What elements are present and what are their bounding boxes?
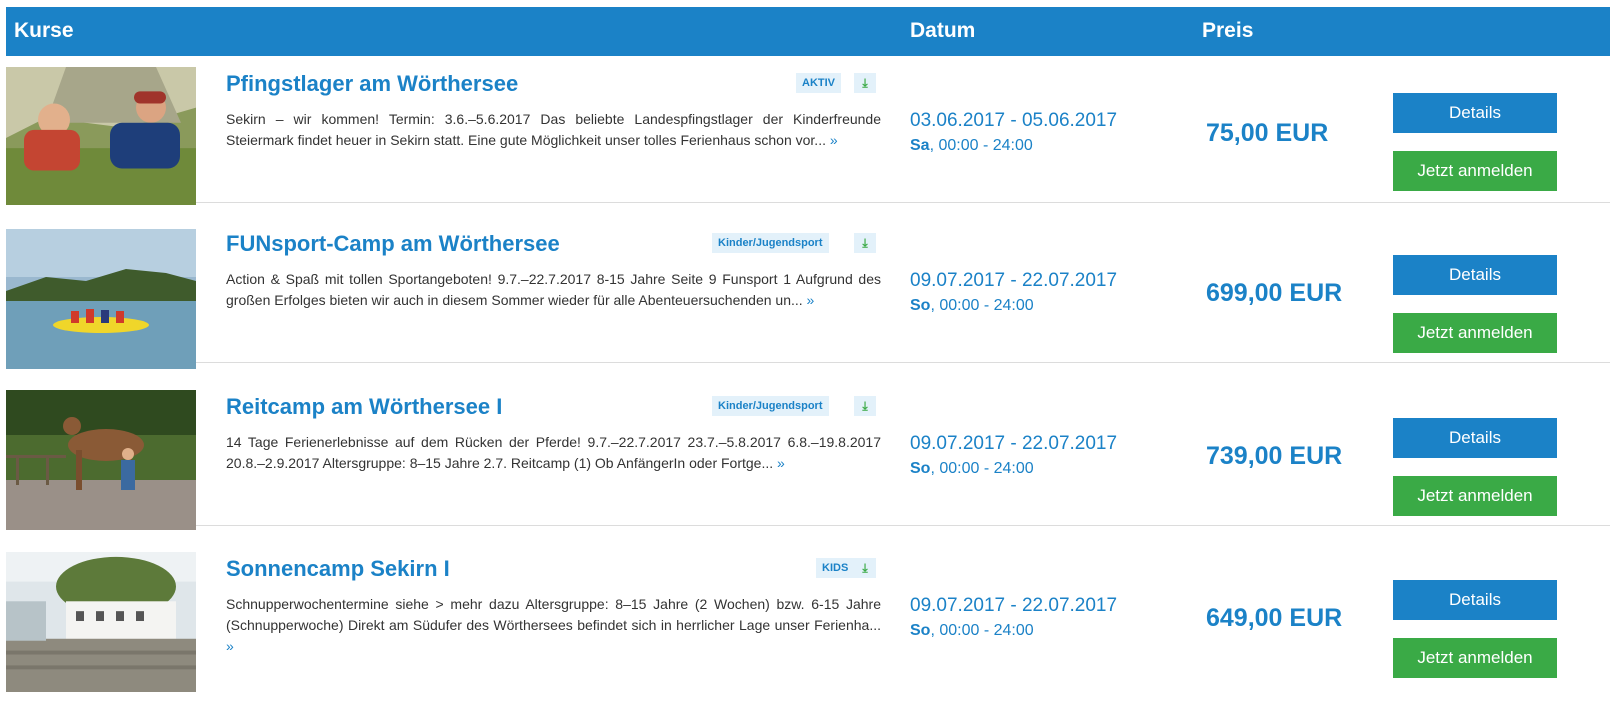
course-time: Sa, 00:00 - 24:00 <box>910 137 1033 155</box>
course-image[interactable] <box>6 390 196 530</box>
course-title[interactable]: FUNsport-Camp am Wörthersee <box>226 231 560 257</box>
course-row: Pfingstlager am Wörthersee AKTIV ⤓ Sekir… <box>6 57 1610 205</box>
course-row: Reitcamp am Wörthersee I Kinder/Jugendsp… <box>6 380 1610 530</box>
details-button[interactable]: Details <box>1393 255 1557 295</box>
signup-button[interactable]: Jetzt anmelden <box>1393 151 1557 191</box>
header-courses: Kurse <box>14 19 74 42</box>
download-icon[interactable]: ⤓ <box>854 73 876 93</box>
description-text: Sekirn – wir kommen! Termin: 3.6.–5.6.20… <box>226 111 881 148</box>
course-price: 739,00 EUR <box>1206 442 1343 470</box>
course-time-range: , 00:00 - 24:00 <box>930 622 1034 639</box>
category-tag: Kinder/Jugendsport <box>712 233 829 253</box>
course-time: So, 00:00 - 24:00 <box>910 297 1034 315</box>
category-tag: AKTIV <box>796 73 841 93</box>
course-weekday: So <box>910 622 931 639</box>
header-date: Datum <box>910 19 976 42</box>
download-icon[interactable]: ⤓ <box>854 558 876 578</box>
course-row: FUNsport-Camp am Wörthersee Kinder/Jugen… <box>6 217 1610 369</box>
course-date-range: 09.07.2017 - 22.07.2017 <box>910 595 1118 616</box>
signup-button[interactable]: Jetzt anmelden <box>1393 638 1557 678</box>
course-time-range: , 00:00 - 24:00 <box>929 137 1033 154</box>
read-more-link[interactable]: » <box>807 292 815 308</box>
signup-button[interactable]: Jetzt anmelden <box>1393 476 1557 516</box>
description-text: Schnupperwochentermine siehe > mehr dazu… <box>226 596 881 633</box>
download-icon[interactable]: ⤓ <box>854 396 876 416</box>
course-row: Sonnencamp Sekirn I KIDS ⤓ Schnupperwoch… <box>6 542 1610 692</box>
course-description: 14 Tage Ferienerlebnisse auf dem Rücken … <box>226 432 881 474</box>
category-tag: KIDS <box>816 558 855 578</box>
read-more-link[interactable]: » <box>226 638 234 654</box>
course-description: Schnupperwochentermine siehe > mehr dazu… <box>226 594 881 657</box>
course-price: 649,00 EUR <box>1206 604 1343 632</box>
details-button[interactable]: Details <box>1393 93 1557 133</box>
download-icon[interactable]: ⤓ <box>854 233 876 253</box>
course-time: So, 00:00 - 24:00 <box>910 460 1034 478</box>
details-button[interactable]: Details <box>1393 418 1557 458</box>
course-time-range: , 00:00 - 24:00 <box>930 297 1034 314</box>
course-title[interactable]: Sonnencamp Sekirn I <box>226 556 450 582</box>
course-weekday: So <box>910 297 931 314</box>
signup-button[interactable]: Jetzt anmelden <box>1393 313 1557 353</box>
course-description: Action & Spaß mit tollen Sportangeboten!… <box>226 269 881 311</box>
course-price: 75,00 EUR <box>1206 119 1329 147</box>
description-text: Action & Spaß mit tollen Sportangeboten!… <box>226 271 881 308</box>
course-time: So, 00:00 - 24:00 <box>910 622 1034 640</box>
course-description: Sekirn – wir kommen! Termin: 3.6.–5.6.20… <box>226 109 881 151</box>
read-more-link[interactable]: » <box>830 132 838 148</box>
course-price: 699,00 EUR <box>1206 279 1343 307</box>
course-date-range: 03.06.2017 - 05.06.2017 <box>910 110 1118 131</box>
category-tag: Kinder/Jugendsport <box>712 396 829 416</box>
header-price: Preis <box>1202 19 1254 42</box>
course-image[interactable] <box>6 229 196 369</box>
course-title[interactable]: Reitcamp am Wörthersee I <box>226 394 502 420</box>
course-weekday: Sa <box>910 137 930 154</box>
course-date-range: 09.07.2017 - 22.07.2017 <box>910 270 1118 291</box>
course-weekday: So <box>910 460 931 477</box>
table-header: Kurse Datum Preis <box>6 7 1610 56</box>
course-image[interactable] <box>6 552 196 694</box>
course-image[interactable] <box>6 67 196 205</box>
course-date-range: 09.07.2017 - 22.07.2017 <box>910 433 1118 454</box>
course-title[interactable]: Pfingstlager am Wörthersee <box>226 71 518 97</box>
read-more-link[interactable]: » <box>777 455 785 471</box>
course-time-range: , 00:00 - 24:00 <box>930 460 1034 477</box>
details-button[interactable]: Details <box>1393 580 1557 620</box>
